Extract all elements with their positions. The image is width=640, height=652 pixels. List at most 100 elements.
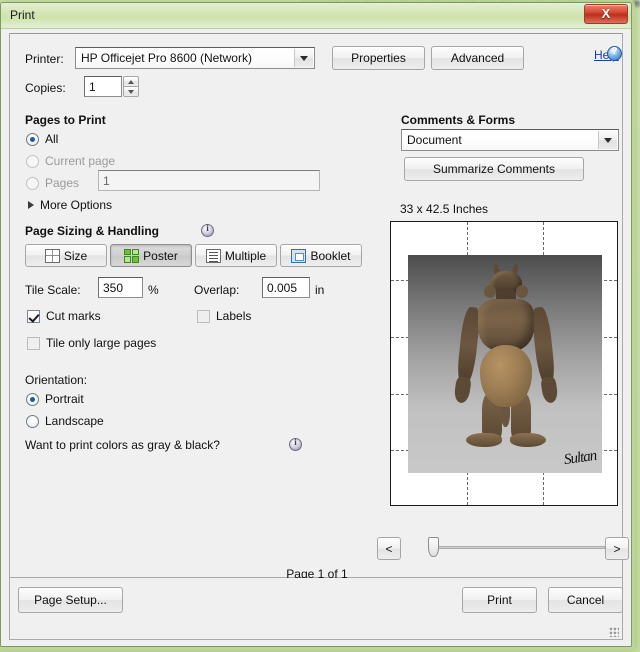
checkbox-tile-only-large-pages[interactable]: Tile only large pages <box>27 336 156 350</box>
print-dialog: Print X Printer: HP Officejet Pro 8600 (… <box>0 2 632 647</box>
radio-all[interactable]: All <box>26 132 58 146</box>
window-title: Print <box>10 8 35 22</box>
copies-stepper-down[interactable] <box>123 86 139 97</box>
booklet-button-label: Booklet <box>310 248 351 263</box>
creature-chest <box>478 299 534 351</box>
dialog-body: Printer: HP Officejet Pro 8600 (Network)… <box>9 33 629 581</box>
previous-page-button[interactable]: < <box>377 537 401 560</box>
radio-pages-indicator <box>26 176 39 190</box>
radio-pages-label: Pages <box>45 176 80 190</box>
gray-black-question: Want to print colors as gray & black? <box>25 438 220 452</box>
copies-label: Copies: <box>25 81 66 95</box>
dialog-footer: Page Setup... Print Cancel <box>9 578 623 640</box>
pages-range-input: 1 <box>98 170 320 191</box>
checkbox-cut-marks-label: Cut marks <box>46 309 101 323</box>
booklet-icon <box>291 248 307 263</box>
overlap-input[interactable]: 0.005 <box>262 277 310 298</box>
properties-button[interactable]: Properties <box>332 46 425 70</box>
properties-button-label: Properties <box>351 51 406 65</box>
checkbox-cut-marks-indicator <box>27 309 40 323</box>
close-button[interactable]: X <box>584 4 628 24</box>
radio-all-label: All <box>45 132 59 146</box>
creature-foot-left <box>466 433 502 447</box>
preview-artwork: Sultan <box>408 255 602 473</box>
poster-grid-icon <box>124 248 140 263</box>
radio-landscape[interactable]: Landscape <box>26 414 104 428</box>
gray-black-info-icon[interactable] <box>289 437 302 451</box>
multiple-pages-icon <box>205 248 221 263</box>
more-options-expander[interactable]: More Options <box>28 198 112 212</box>
radio-all-indicator <box>26 132 39 146</box>
next-page-button[interactable]: > <box>605 537 629 560</box>
page-setup-button[interactable]: Page Setup... <box>18 587 123 613</box>
multiple-button[interactable]: Multiple <box>195 244 277 267</box>
preview-size-label: 33 x 42.5 Inches <box>400 202 489 216</box>
printer-select[interactable]: HP Officejet Pro 8600 (Network) <box>75 47 315 69</box>
cancel-button-label: Cancel <box>566 593 605 607</box>
creature-jowl-left <box>484 285 496 298</box>
summarize-comments-label: Summarize Comments <box>432 162 556 176</box>
checkbox-labels[interactable]: Labels <box>197 309 251 323</box>
page-setup-label: Page Setup... <box>34 593 107 607</box>
radio-landscape-label: Landscape <box>45 414 104 428</box>
checkbox-labels-indicator <box>197 309 210 323</box>
tile-scale-input[interactable]: 350 <box>98 277 143 298</box>
previous-page-label: < <box>385 541 393 556</box>
radio-current-page-indicator <box>26 154 39 168</box>
chevron-right-icon <box>28 201 34 209</box>
creature-hand-left <box>453 376 472 404</box>
copies-input[interactable]: 1 <box>84 76 122 97</box>
creature-arm-right <box>530 306 557 386</box>
comments-forms-selected-value: Document <box>407 133 462 147</box>
booklet-button[interactable]: Booklet <box>280 244 362 267</box>
print-button[interactable]: Print <box>462 587 537 613</box>
tile-scale-label: Tile Scale: <box>25 283 81 297</box>
creature-hand-right <box>540 376 559 404</box>
multiple-button-label: Multiple <box>224 248 267 263</box>
pages-to-print-heading: Pages to Print <box>25 113 106 127</box>
radio-current-page-label: Current page <box>45 154 116 168</box>
chevron-down-icon[interactable] <box>598 131 617 149</box>
creature-jowl-right <box>516 285 528 298</box>
checkbox-cut-marks[interactable]: Cut marks <box>27 309 101 323</box>
page-sizing-info-icon[interactable] <box>201 223 214 237</box>
creature-foot-right <box>510 433 546 447</box>
radio-portrait-indicator <box>26 392 39 406</box>
page-slider-track[interactable] <box>428 546 605 549</box>
size-button[interactable]: Size <box>25 244 107 267</box>
preview-page: Sultan <box>391 222 617 505</box>
size-icon <box>44 248 60 263</box>
copies-stepper[interactable] <box>123 76 139 97</box>
print-preview[interactable]: Sultan <box>390 221 618 506</box>
advanced-button[interactable]: Advanced <box>431 46 524 70</box>
comments-forms-heading: Comments & Forms <box>401 113 516 127</box>
close-icon: X <box>601 6 611 21</box>
page-slider-thumb[interactable] <box>428 537 439 557</box>
comments-forms-select[interactable]: Document <box>401 129 619 151</box>
next-page-label: > <box>613 541 621 556</box>
print-button-label: Print <box>487 593 512 607</box>
printer-selected-value: HP Officejet Pro 8600 (Network) <box>81 51 252 65</box>
page-sizing-heading: Page Sizing & Handling <box>25 224 160 238</box>
overlap-label: Overlap: <box>194 283 240 297</box>
resize-grip[interactable] <box>609 627 619 637</box>
orientation-heading: Orientation: <box>25 373 88 387</box>
radio-pages: Pages <box>26 176 79 190</box>
creature-belly <box>480 345 532 407</box>
chevron-down-icon[interactable] <box>294 49 313 67</box>
checkbox-tile-only-large-pages-indicator <box>27 336 40 350</box>
size-button-label: Size <box>63 248 88 263</box>
checkbox-labels-label: Labels <box>216 309 252 323</box>
help-question-icon[interactable] <box>607 46 622 61</box>
advanced-button-label: Advanced <box>450 51 505 65</box>
summarize-comments-button[interactable]: Summarize Comments <box>404 157 584 181</box>
more-options-label: More Options <box>40 198 113 212</box>
radio-current-page: Current page <box>26 154 115 168</box>
radio-landscape-indicator <box>26 414 39 428</box>
poster-button[interactable]: Poster <box>110 244 192 267</box>
title-bar[interactable]: Print X <box>1 3 631 29</box>
cancel-button[interactable]: Cancel <box>548 587 623 613</box>
radio-portrait[interactable]: Portrait <box>26 392 84 406</box>
checkbox-tile-only-large-pages-label: Tile only large pages <box>46 336 157 350</box>
printer-label: Printer: <box>25 52 64 66</box>
